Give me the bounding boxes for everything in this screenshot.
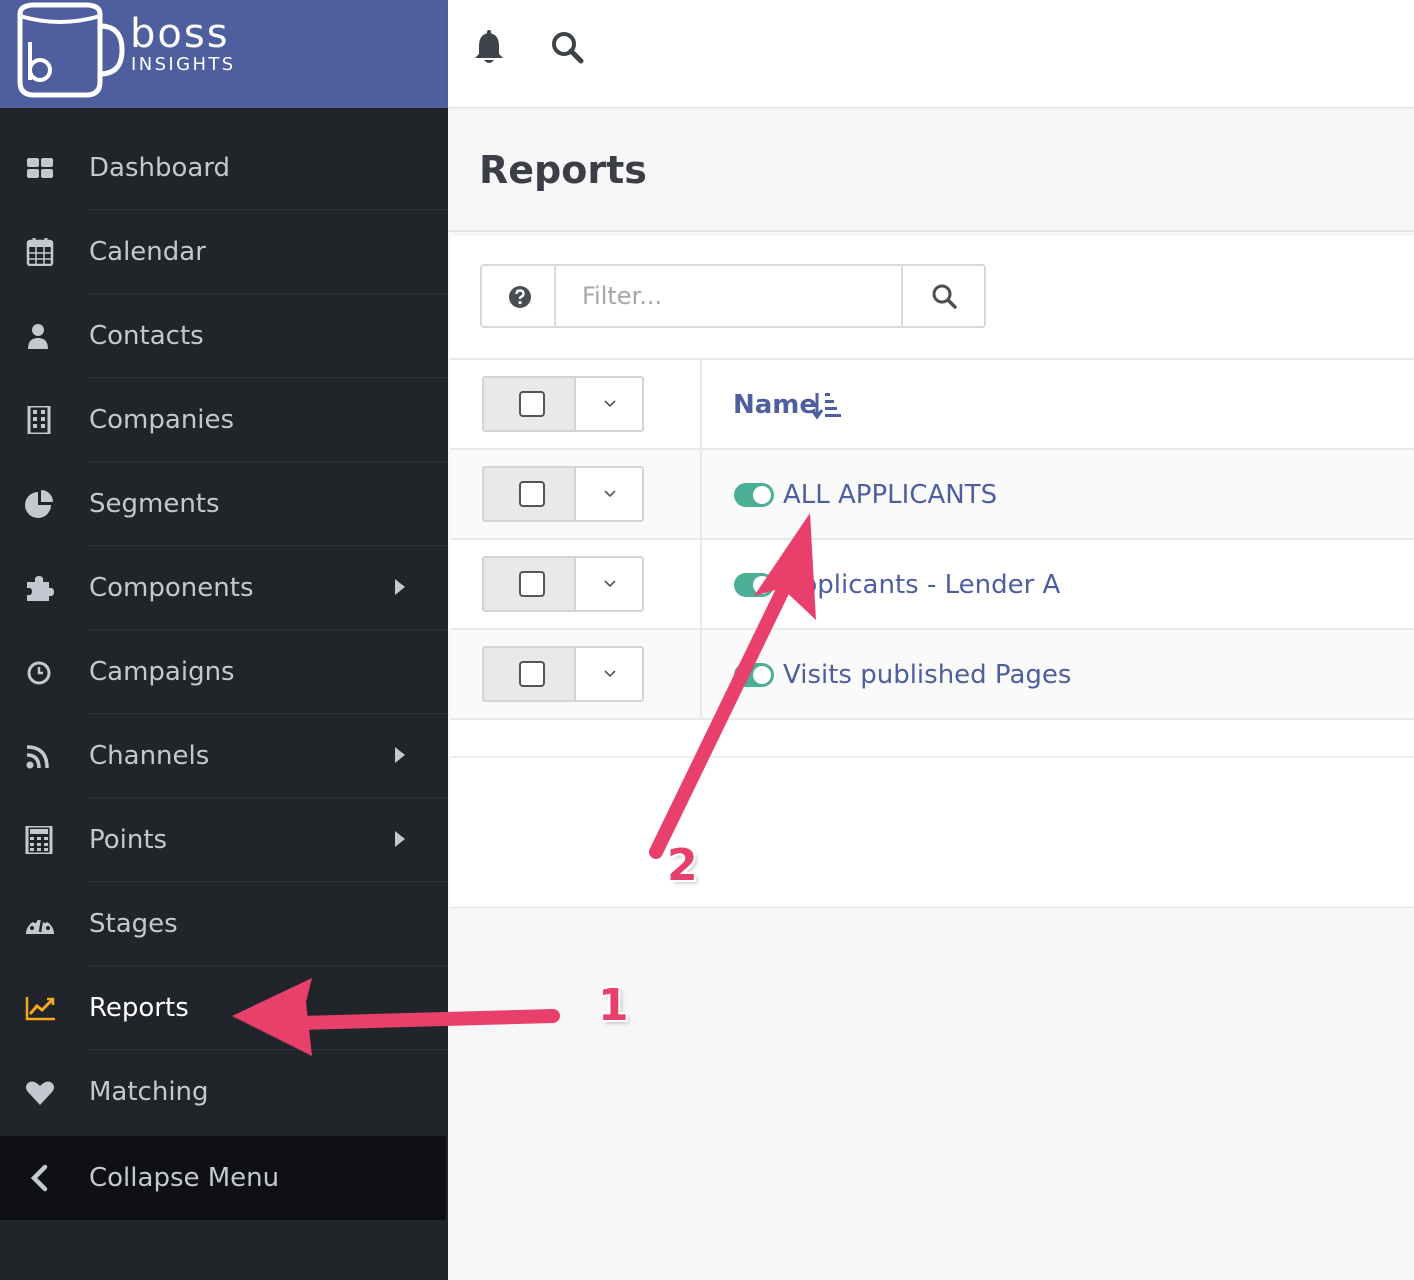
- row-checkbox[interactable]: [519, 481, 545, 507]
- filter-bar: [480, 264, 986, 328]
- chevron-down-icon[interactable]: [602, 575, 618, 591]
- caret-right-icon: [395, 579, 405, 595]
- sidebar-item-label: Contacts: [89, 321, 204, 351]
- sidebar-item-companies[interactable]: Companies: [0, 378, 448, 462]
- sidebar-item-label: Companies: [89, 405, 235, 435]
- sidebar-item-label: Stages: [89, 909, 178, 939]
- table-row: Applicants - Lender A: [450, 538, 1414, 628]
- top-bar: [448, 0, 1414, 108]
- filter-search-button[interactable]: [901, 266, 984, 326]
- select-all-checkbox[interactable]: [519, 391, 545, 417]
- annotation-step-2: 2: [667, 840, 698, 891]
- sidebar-item-segments[interactable]: Segments: [0, 462, 448, 546]
- report-toggle[interactable]: [734, 573, 774, 597]
- report-toggle[interactable]: [734, 483, 774, 507]
- sidebar-item-campaigns[interactable]: Campaigns: [0, 630, 448, 714]
- search-icon: [932, 284, 957, 309]
- table-row: Visits published Pages: [450, 628, 1414, 718]
- chevron-left-icon: [30, 1164, 48, 1192]
- sidebar-item-label: Points: [89, 825, 168, 855]
- reports-table: Name ALL APPLICANTS Applicants - Lender …: [450, 358, 1414, 720]
- dashboard-icon: [27, 158, 53, 178]
- calculator-icon: [25, 826, 53, 854]
- sidebar-item-label: Matching: [89, 1077, 209, 1107]
- caret-right-icon: [395, 747, 405, 763]
- sidebar-item-label: Segments: [89, 489, 220, 519]
- collapse-menu-button[interactable]: Collapse Menu: [0, 1136, 446, 1220]
- help-button[interactable]: [482, 266, 556, 326]
- sidebar-item-dashboard[interactable]: Dashboard: [0, 126, 448, 210]
- chevron-down-icon[interactable]: [602, 665, 618, 681]
- line-chart-icon: [25, 997, 55, 1021]
- brand-sub: INSIGHTS: [131, 54, 236, 75]
- bulk-select-group: [482, 376, 644, 432]
- sidebar-item-components[interactable]: Components: [0, 546, 448, 630]
- report-link[interactable]: Applicants - Lender A: [783, 568, 1060, 602]
- heart-icon: [26, 1081, 54, 1105]
- sidebar-item-reports[interactable]: Reports: [0, 966, 448, 1050]
- report-link[interactable]: Visits published Pages: [783, 658, 1071, 692]
- table-header-row: Name: [450, 358, 1414, 448]
- filter-input[interactable]: [558, 266, 902, 326]
- annotation-step-1: 1: [598, 980, 629, 1031]
- clock-icon: [27, 661, 51, 685]
- sidebar-item-label: Dashboard: [89, 153, 231, 183]
- sidebar-item-label: Components: [89, 573, 254, 603]
- building-icon: [27, 406, 51, 434]
- mug-logo-icon: [17, 2, 125, 98]
- bell-icon[interactable]: [472, 30, 506, 66]
- row-select-group: [482, 556, 644, 612]
- sidebar-item-calendar[interactable]: Calendar: [0, 210, 448, 294]
- gauge-icon: [26, 919, 54, 934]
- chevron-down-icon[interactable]: [602, 395, 618, 411]
- sidebar-item-points[interactable]: Points: [0, 798, 448, 882]
- user-icon: [28, 324, 48, 349]
- page-title: Reports: [479, 148, 647, 192]
- sidebar-item-label: Campaigns: [89, 657, 235, 687]
- sidebar: boss INSIGHTS Dashboard Calendar Contact…: [0, 0, 448, 1280]
- search-icon[interactable]: [550, 30, 584, 64]
- puzzle-icon: [27, 576, 54, 601]
- sidebar-item-label: Calendar: [89, 237, 206, 267]
- chevron-down-icon[interactable]: [602, 485, 618, 501]
- sidebar-item-label: Channels: [89, 741, 210, 771]
- brand-word: boss: [130, 11, 230, 57]
- sidebar-item-channels[interactable]: Channels: [0, 714, 448, 798]
- sidebar-item-stages[interactable]: Stages: [0, 882, 448, 966]
- caret-right-icon: [395, 831, 405, 847]
- sidebar-item-label: Reports: [89, 993, 189, 1023]
- rss-icon: [26, 745, 49, 769]
- sidebar-item-matching[interactable]: Matching: [0, 1050, 448, 1134]
- row-checkbox[interactable]: [519, 571, 545, 597]
- row-checkbox[interactable]: [519, 661, 545, 687]
- brand-header[interactable]: boss INSIGHTS: [0, 0, 448, 108]
- report-toggle[interactable]: [734, 663, 774, 687]
- question-circle-icon: [509, 286, 531, 308]
- column-header-name[interactable]: Name: [733, 388, 817, 422]
- sort-ascending-icon[interactable]: [812, 390, 842, 420]
- row-select-group: [482, 646, 644, 702]
- collapse-menu-label: Collapse Menu: [89, 1163, 280, 1193]
- pie-chart-icon: [25, 490, 53, 518]
- table-row: ALL APPLICANTS: [450, 448, 1414, 538]
- report-link[interactable]: ALL APPLICANTS: [783, 478, 997, 512]
- calendar-icon: [26, 238, 54, 266]
- row-select-group: [482, 466, 644, 522]
- sidebar-item-contacts[interactable]: Contacts: [0, 294, 448, 378]
